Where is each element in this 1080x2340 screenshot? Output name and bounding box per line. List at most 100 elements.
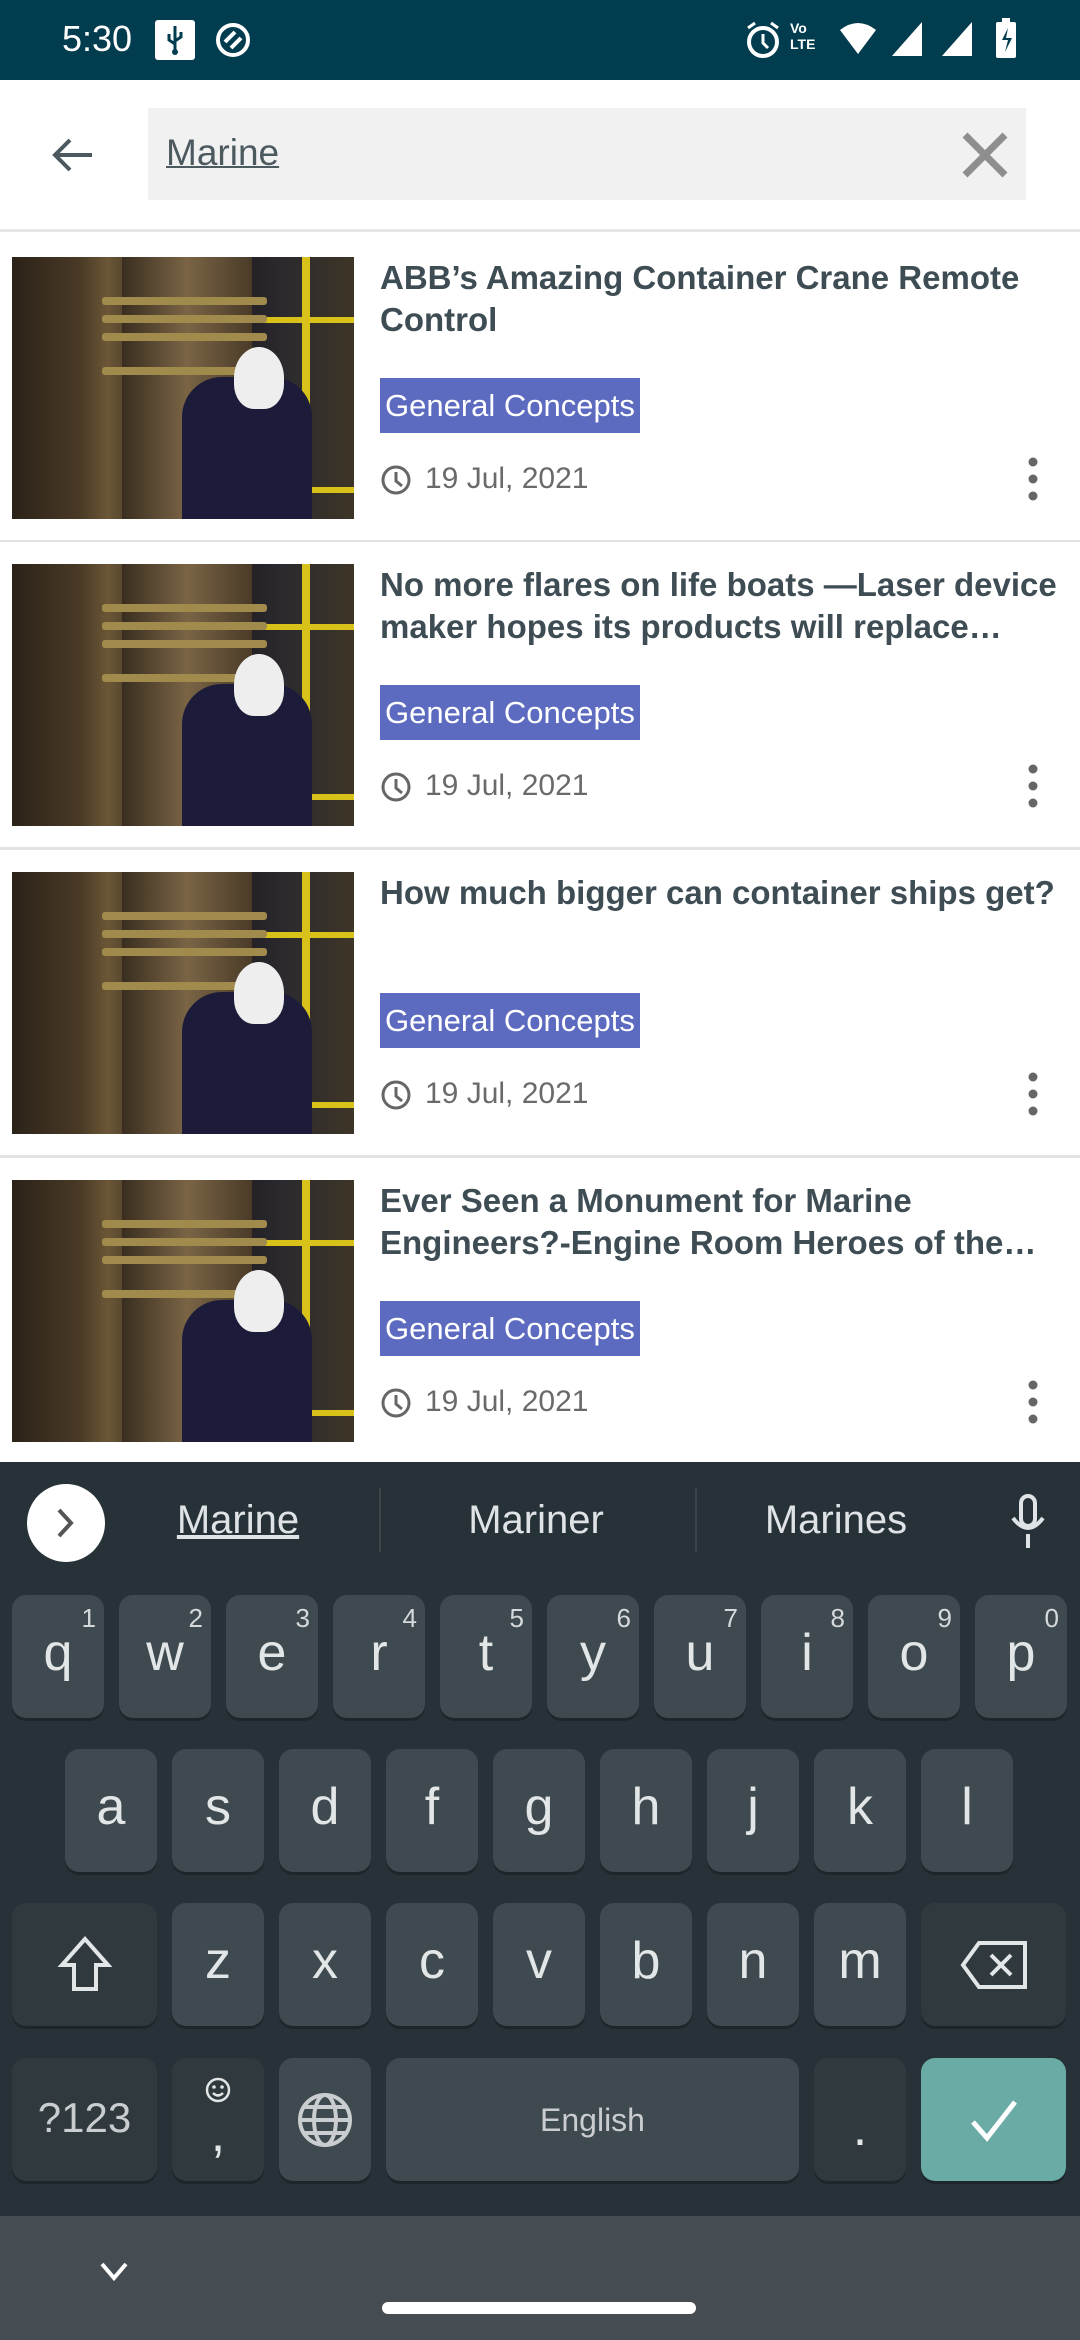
suggestion-1[interactable]: Marine (98, 1498, 378, 1543)
article-card[interactable]: How much bigger can container ships get?… (0, 850, 1080, 1158)
key-c[interactable]: c (386, 1903, 478, 2026)
key-label: English (540, 2102, 645, 2138)
suggestion-expand-button[interactable] (27, 1484, 105, 1562)
article-title[interactable]: No more flares on life boats —Laser devi… (380, 564, 1060, 648)
key-y[interactable]: y6 (547, 1595, 639, 1718)
key-hint: 2 (188, 1603, 203, 1633)
check-icon (971, 2100, 1017, 2142)
key-hint: 0 (1044, 1603, 1059, 1633)
emoji-icon (205, 2077, 231, 2103)
key-s[interactable]: s (172, 1749, 264, 1872)
key-f[interactable]: f (386, 1749, 478, 1872)
article-date: 19 Jul, 2021 (425, 1385, 589, 1418)
comma-key[interactable]: , (172, 2058, 264, 2181)
key-hint: 6 (616, 1603, 631, 1633)
key-p[interactable]: p0 (975, 1595, 1067, 1718)
key-d[interactable]: d (279, 1749, 371, 1872)
more-vert-icon[interactable] (1020, 764, 1046, 808)
key-n[interactable]: n (707, 1903, 799, 2026)
clock-time: 5:30 (62, 18, 133, 59)
key-label: ?123 (37, 2094, 132, 2141)
article-thumbnail[interactable] (12, 564, 354, 826)
key-label: h (631, 1778, 661, 1836)
article-thumbnail[interactable] (12, 257, 354, 519)
period-key[interactable]: . (814, 2058, 906, 2181)
key-label: b (631, 1932, 661, 1990)
key-label: . (852, 2099, 868, 2157)
category-tag[interactable]: General Concepts (380, 685, 640, 740)
space-key[interactable]: English (386, 2058, 799, 2181)
key-i[interactable]: i8 (761, 1595, 853, 1718)
key-label: f (424, 1778, 440, 1836)
microphone-icon[interactable] (1008, 1494, 1048, 1550)
symbols-key[interactable]: ?123 (12, 2058, 157, 2181)
key-label: v (526, 1932, 552, 1990)
clock-icon (381, 465, 411, 495)
article-card[interactable]: ABB’s Amazing Container Crane Remote Con… (0, 235, 1080, 543)
more-vert-icon[interactable] (1020, 1072, 1046, 1116)
keyboard: Marine Mariner Marines q1w2e3r4t5y6u7i8o… (0, 1462, 1080, 2216)
close-icon[interactable] (960, 130, 1010, 180)
usb-icon (155, 20, 195, 60)
more-vert-icon[interactable] (1020, 1380, 1046, 1424)
article-date: 19 Jul, 2021 (425, 769, 589, 802)
key-z[interactable]: z (172, 1903, 264, 2026)
key-v[interactable]: v (493, 1903, 585, 2026)
key-u[interactable]: u7 (654, 1595, 746, 1718)
key-t[interactable]: t5 (440, 1595, 532, 1718)
key-l[interactable]: l (921, 1749, 1013, 1872)
backspace-icon (960, 1941, 1027, 1989)
key-j[interactable]: j (707, 1749, 799, 1872)
alarm-icon (747, 21, 779, 58)
key-a[interactable]: a (65, 1749, 157, 1872)
key-k[interactable]: k (814, 1749, 906, 1872)
divider (379, 1488, 381, 1552)
key-w[interactable]: w2 (119, 1595, 211, 1718)
article-card[interactable]: No more flares on life boats —Laser devi… (0, 542, 1080, 850)
key-label: n (738, 1932, 768, 1990)
key-label: j (747, 1778, 759, 1836)
key-q[interactable]: q1 (12, 1595, 104, 1718)
shift-icon (57, 1935, 113, 1991)
key-hint: 4 (402, 1603, 417, 1633)
clock-icon (381, 1080, 411, 1110)
chevron-down-icon[interactable] (98, 2260, 130, 2284)
category-tag[interactable]: General Concepts (380, 378, 640, 433)
key-label: g (524, 1778, 554, 1836)
key-e[interactable]: e3 (226, 1595, 318, 1718)
key-b[interactable]: b (600, 1903, 692, 2026)
key-h[interactable]: h (600, 1749, 692, 1872)
key-g[interactable]: g (493, 1749, 585, 1872)
article-title[interactable]: How much bigger can container ships get? (380, 872, 1060, 914)
backspace-key[interactable] (921, 1903, 1066, 2026)
more-vert-icon[interactable] (1020, 457, 1046, 501)
search-input-value[interactable]: Marine (166, 132, 279, 174)
article-thumbnail[interactable] (12, 872, 354, 1134)
suggestion-2[interactable]: Mariner (396, 1498, 676, 1543)
article-card[interactable]: Ever Seen a Monument for Marine Engineer… (0, 1158, 1080, 1466)
key-m[interactable]: m (814, 1903, 906, 2026)
key-label: m (838, 1932, 882, 1990)
arrow-left-icon[interactable] (48, 130, 98, 180)
shift-key[interactable] (12, 1903, 157, 2026)
clock-icon (381, 1388, 411, 1418)
key-o[interactable]: o9 (868, 1595, 960, 1718)
category-tag[interactable]: General Concepts (380, 993, 640, 1048)
search-input[interactable]: Marine (148, 108, 1026, 200)
language-key[interactable] (279, 2058, 371, 2181)
article-thumbnail[interactable] (12, 1180, 354, 1442)
signal-icon (942, 22, 972, 56)
key-r[interactable]: r4 (333, 1595, 425, 1718)
enter-key[interactable] (921, 2058, 1066, 2181)
key-hint: 9 (937, 1603, 952, 1633)
key-x[interactable]: x (279, 1903, 371, 2026)
key-label: l (961, 1778, 973, 1836)
key-label: k (847, 1778, 873, 1836)
home-handle[interactable] (382, 2302, 696, 2314)
article-title[interactable]: ABB’s Amazing Container Crane Remote Con… (380, 257, 1060, 341)
key-label: z (205, 1932, 231, 1990)
suggestion-3[interactable]: Marines (696, 1498, 976, 1543)
article-title[interactable]: Ever Seen a Monument for Marine Engineer… (380, 1180, 1060, 1264)
key-label: s (205, 1778, 231, 1836)
category-tag[interactable]: General Concepts (380, 1301, 640, 1356)
